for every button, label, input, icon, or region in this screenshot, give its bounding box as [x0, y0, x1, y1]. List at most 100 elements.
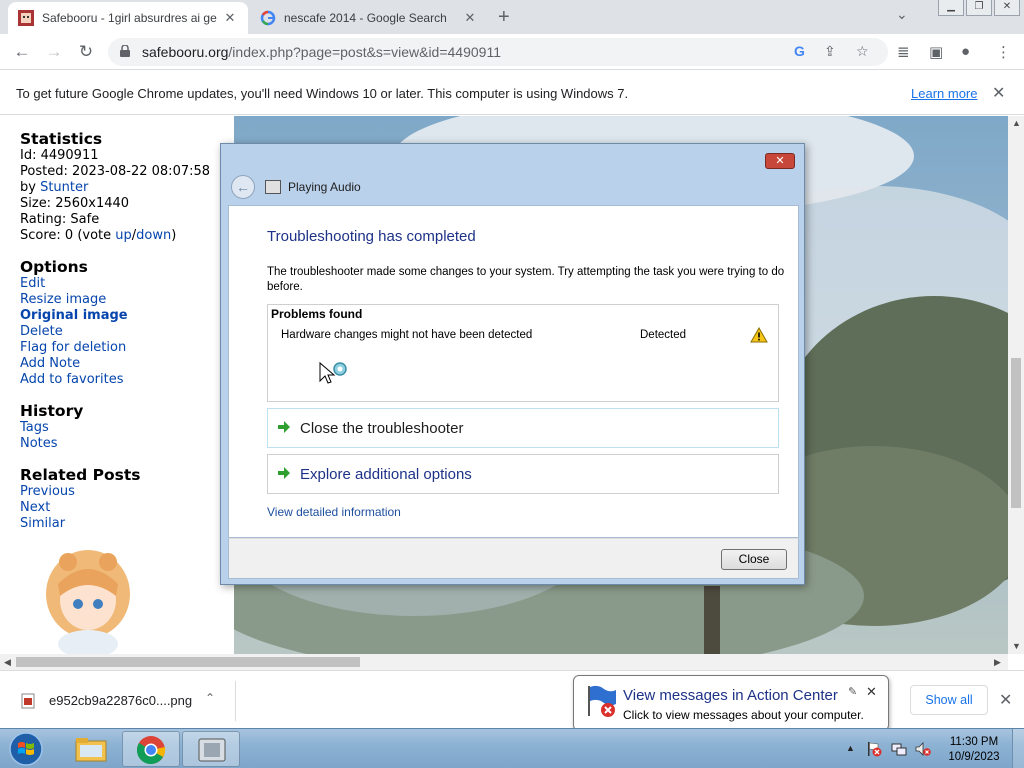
share-icon[interactable]: ⇪ — [824, 43, 836, 60]
dialog-close-icon[interactable]: ✕ — [765, 153, 795, 169]
show-hidden-icons-icon[interactable]: ▲ — [846, 743, 855, 753]
option-original-image-link[interactable]: Original image — [20, 308, 234, 324]
dialog-description: The troubleshooter made some changes to … — [267, 266, 785, 293]
action-center-tray-icon[interactable] — [866, 741, 882, 757]
clock-date: 10/9/2023 — [948, 751, 1000, 763]
scroll-down-icon[interactable]: ▼ — [1012, 641, 1021, 651]
start-button-icon[interactable] — [6, 731, 46, 767]
back-icon[interactable]: ← — [10, 40, 34, 64]
taskbar-explorer[interactable] — [62, 731, 120, 767]
taskbar-troubleshooter[interactable] — [182, 731, 240, 767]
vote-up-link[interactable]: up — [115, 228, 132, 243]
download-filename[interactable]: e952cb9a22876c0....png — [49, 693, 192, 708]
downloads-close-icon[interactable]: ✕ — [999, 690, 1012, 710]
vertical-scrollbar[interactable]: ▲ ▼ — [1008, 116, 1024, 654]
restore-icon[interactable]: ❐ — [966, 0, 992, 16]
close-tab-icon[interactable]: ✕ — [222, 10, 238, 26]
address-bar[interactable]: safebooru.org/index.php?page=post&s=view… — [108, 38, 888, 66]
related-previous-link[interactable]: Previous — [20, 484, 234, 500]
volume-muted-icon[interactable] — [915, 741, 931, 757]
vertical-scroll-thumb[interactable] — [1011, 358, 1021, 508]
show-desktop-button[interactable] — [1012, 729, 1024, 768]
tab-search-chevron-icon[interactable]: ⌄ — [896, 6, 908, 23]
scroll-right-icon[interactable]: ▶ — [994, 657, 1001, 668]
pin-icon[interactable]: ✎ — [848, 685, 857, 698]
browser-toolbar: ← → ↻ safebooru.org/index.php?page=post&… — [0, 34, 1024, 70]
dialog-body: Troubleshooting has completed The troubl… — [228, 205, 799, 538]
options-heading: Options — [20, 258, 88, 276]
chevron-up-icon[interactable]: ⌃ — [205, 691, 215, 705]
troubleshooter-app-icon — [265, 180, 281, 194]
stat-posted: Posted: 2023-08-22 08:07:58 — [20, 164, 211, 179]
troubleshooter-dialog: ✕ ← Playing Audio Troubleshooting has co… — [220, 143, 805, 585]
history-tags-link[interactable]: Tags — [20, 420, 234, 436]
option-add-note-link[interactable]: Add Note — [20, 356, 234, 372]
new-tab-icon[interactable]: + — [498, 6, 510, 29]
taskbar-chrome[interactable] — [122, 731, 180, 767]
stat-size: Size: 2560x1440 — [20, 196, 130, 211]
post-sidebar: Statistics Id: 4490911 Posted: 2023-08-2… — [20, 116, 234, 532]
tab-title: Safebooru - 1girl absurdres ai ge — [42, 11, 217, 25]
view-details-link[interactable]: View detailed information — [267, 505, 401, 519]
score-prefix: Score: 0 (vote — [20, 228, 116, 243]
window-close-icon[interactable]: ✕ — [994, 0, 1020, 16]
url-host: safebooru.org — [142, 44, 229, 60]
score-suffix: ) — [171, 228, 177, 243]
horizontal-scroll-thumb[interactable] — [16, 657, 360, 667]
close-button[interactable]: Close — [721, 549, 787, 570]
tab-title: nescafe 2014 - Google Search — [284, 11, 447, 25]
related-next-link[interactable]: Next — [20, 500, 234, 516]
option-edit-link[interactable]: Edit — [20, 276, 234, 292]
url-text: safebooru.org/index.php?page=post&s=view… — [142, 44, 501, 60]
stat-id: Id: 4490911 — [20, 148, 99, 163]
close-tab-icon[interactable]: ✕ — [462, 10, 478, 26]
show-all-button[interactable]: Show all — [910, 685, 988, 715]
tab-safebooru[interactable]: Safebooru - 1girl absurdres ai ge ✕ — [8, 2, 248, 34]
stat-rating: Rating: Safe — [20, 212, 100, 227]
problem-status: Detected — [640, 329, 687, 341]
vote-down-link[interactable]: down — [136, 228, 171, 243]
update-infobar: To get future Google Chrome updates, you… — [0, 71, 1024, 115]
menu-kebab-icon[interactable]: ⋮ — [996, 43, 1011, 61]
infobar-close-icon[interactable]: ✕ — [992, 83, 1005, 103]
forward-icon[interactable]: → — [42, 40, 66, 64]
chrome-icon — [137, 736, 166, 765]
png-file-icon — [21, 693, 35, 709]
option-resize-image-link[interactable]: Resize image — [20, 292, 234, 308]
clock-time: 11:30 PM — [949, 736, 999, 748]
back-arrow-icon[interactable]: ← — [231, 175, 255, 199]
tab-google-search[interactable]: nescafe 2014 - Google Search ✕ — [250, 2, 488, 34]
horizontal-scrollbar[interactable]: ◀ ▶ — [0, 654, 1008, 670]
dialog-heading: Troubleshooting has completed — [267, 228, 476, 245]
lock-icon — [120, 45, 130, 57]
bookmark-star-icon[interactable]: ☆ — [856, 43, 869, 60]
related-similar-link[interactable]: Similar — [20, 516, 234, 532]
profile-avatar-icon[interactable]: ● — [961, 43, 970, 60]
minimize-icon[interactable]: ▁ — [938, 0, 964, 16]
uploader-link[interactable]: Stunter — [40, 180, 88, 195]
close-troubleshooter-command[interactable]: Close the troubleshooter — [267, 408, 779, 448]
window-controls: ▁ ❐ ✕ — [938, 0, 1020, 16]
option-add-favorites-link[interactable]: Add to favorites — [20, 372, 234, 388]
windows-taskbar: ▲ 11:30 PM 10/9/2023 — [0, 728, 1024, 768]
history-notes-link[interactable]: Notes — [20, 436, 234, 452]
option-delete-link[interactable]: Delete — [20, 324, 234, 340]
side-panel-icon[interactable]: ▣ — [929, 43, 943, 61]
scroll-up-icon[interactable]: ▲ — [1012, 118, 1021, 128]
folder-icon — [75, 738, 107, 762]
explore-options-command[interactable]: Explore additional options — [267, 454, 779, 494]
system-clock[interactable]: 11:30 PM 10/9/2023 — [944, 735, 1004, 765]
learn-more-link[interactable]: Learn more — [911, 86, 977, 101]
problems-found-heading: Problems found — [271, 307, 363, 321]
problem-name[interactable]: Hardware changes might not have been det… — [281, 329, 532, 341]
google-icon — [260, 10, 276, 26]
option-flag-link[interactable]: Flag for deletion — [20, 340, 234, 356]
google-lens-icon[interactable]: G — [794, 43, 805, 59]
notification-title[interactable]: View messages in Action Center — [623, 687, 838, 704]
reload-icon[interactable]: ↻ — [74, 40, 98, 64]
notification-close-icon[interactable]: ✕ — [866, 684, 877, 700]
action-center-notification[interactable]: View messages in Action Center Click to … — [573, 675, 889, 740]
reading-list-icon[interactable]: ≣ — [897, 43, 910, 61]
scroll-left-icon[interactable]: ◀ — [4, 657, 11, 668]
network-icon[interactable] — [891, 741, 907, 757]
